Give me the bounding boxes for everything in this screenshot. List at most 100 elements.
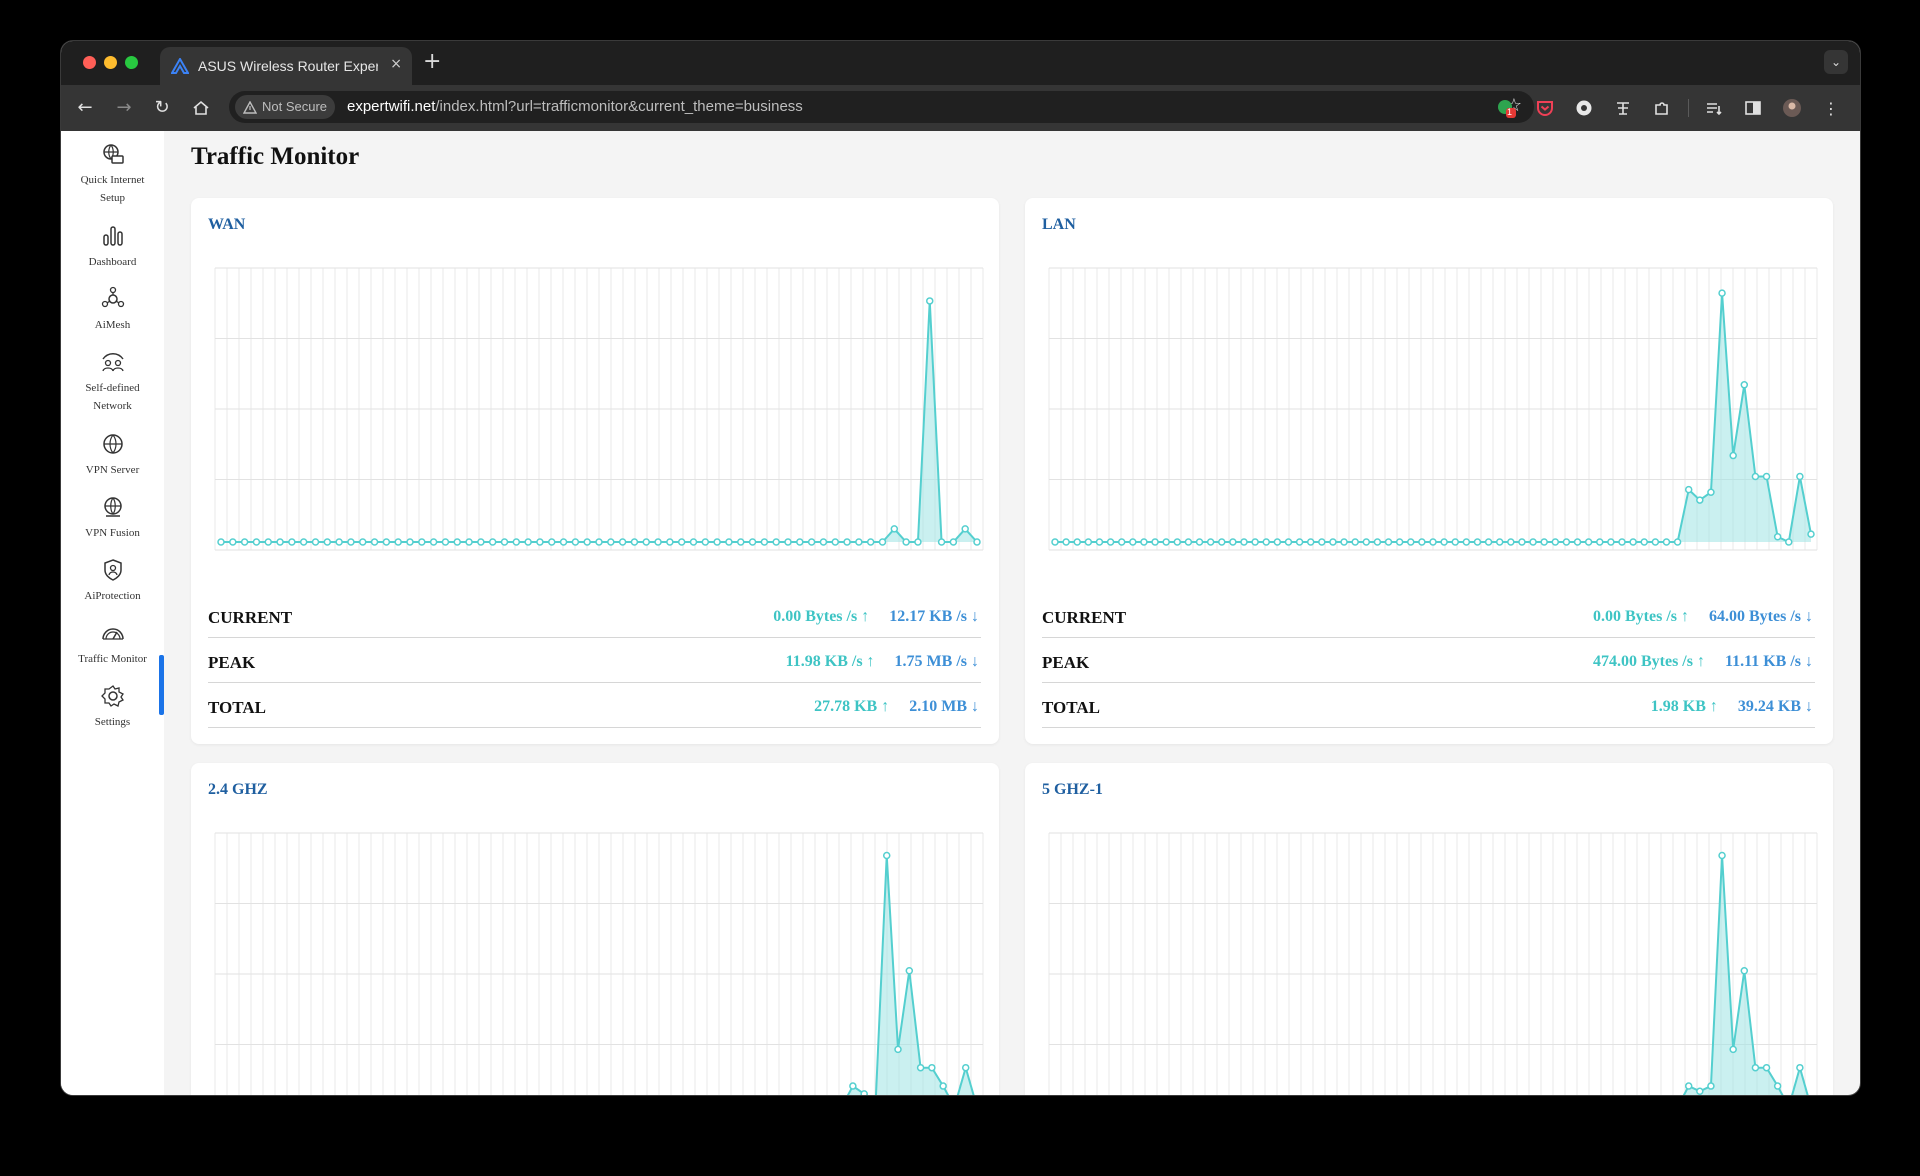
data-point [1329,538,1337,546]
sidebar-item-quick-internet-setup[interactable]: Quick Internet Setup [61,141,164,207]
not-secure-chip[interactable]: Not Secure [235,95,336,119]
extensions-puzzle-icon[interactable] [1651,97,1673,119]
browser-menu-icon[interactable]: ⋮ [1820,97,1842,119]
data-point [849,1082,857,1090]
data-point [1117,538,1126,546]
lan-card-title: LAN [1042,216,1076,233]
data-point [819,538,828,546]
profile-avatar[interactable] [1781,97,1803,119]
browser-window: ASUS Wireless Router Exper × + ⌄ ← → ↻ N… [61,41,1860,1095]
data-point [618,538,627,546]
translate-extension-icon[interactable] [1612,97,1634,119]
data-point [1395,538,1404,546]
zoom-window-button[interactable] [125,56,138,69]
tab-close-icon[interactable]: × [390,56,402,72]
asus-logo-icon [170,56,190,76]
data-point [878,538,887,546]
browser-tab[interactable]: ASUS Wireless Router Exper × [160,47,412,85]
data-point [299,538,308,546]
wan-peak-up: 11.98 KB /s [785,653,863,670]
address-bar[interactable]: Not Secure expertwifi.net/index.html?url… [229,91,1534,123]
up-arrow-icon: ↑ [1681,608,1689,625]
data-point [1562,538,1571,546]
warning-icon [243,100,257,114]
data-point [939,1082,947,1090]
ghz24-traffic-chart [214,832,984,1095]
globe-setup-icon [102,144,124,164]
url-text[interactable]: expertwifi.net/index.html?url=trafficmon… [347,98,803,115]
sidebar-label: Quick Internet [80,174,145,186]
data-point [1251,538,1259,546]
data-point [1773,1082,1782,1090]
new-tab-button[interactable]: + [423,49,441,74]
data-point [1796,472,1804,481]
pocket-icon[interactable] [1534,97,1556,119]
stat-label: PEAK [208,653,256,672]
up-arrow-icon: ↑ [866,653,875,670]
lan-peak-down: 11.11 KB /s [1724,653,1801,670]
data-point [276,538,284,546]
data-point [1262,538,1270,546]
minimize-window-button[interactable] [104,56,117,69]
lan-peak-up: 474.00 Bytes /s [1592,653,1693,670]
data-point [1173,538,1182,546]
data-point [1740,381,1749,389]
data-point [1106,538,1115,546]
down-arrow-icon: ↓ [971,608,979,625]
sidebar-label: AiProtection [84,590,141,602]
data-point [890,525,899,533]
data-point [1084,538,1093,546]
data-point [1696,1087,1704,1095]
reload-icon[interactable]: ↻ [150,96,174,120]
data-point [831,538,839,546]
data-point [1095,538,1104,546]
sidebar-label: Self-defined [85,382,140,394]
data-point [1151,538,1159,546]
mesh-icon [101,286,124,308]
tab-search-chevron-icon[interactable]: ⌄ [1824,50,1848,74]
sidebar-label: Dashboard [88,256,137,268]
extension-green-icon[interactable]: 1 [1495,97,1517,119]
wan-current-down: 12.17 KB /s [889,608,967,625]
sidebar-item-aimesh[interactable]: AiMesh [61,286,164,334]
lan-stats: CURRENT 0.00 Bytes /s ↑ 64.00 Bytes /s ↓ … [1042,594,1815,729]
data-point [677,538,686,546]
sidebar-item-vpn-server[interactable]: VPN Server [61,431,164,479]
data-point [1718,851,1726,860]
sidebar-label: Settings [94,716,131,728]
data-point [1073,538,1081,546]
side-panel-icon[interactable] [1742,97,1764,119]
data-point [1184,538,1193,546]
close-window-button[interactable] [83,56,96,69]
password-manager-icon[interactable] [1573,97,1595,119]
data-point [370,538,379,546]
data-point [949,538,958,546]
data-point [1451,538,1459,546]
sidebar-item-vpn-fusion[interactable]: VPN Fusion [61,494,164,542]
data-point [689,538,698,546]
stat-row-total: TOTAL 27.78 KB ↑ 2.10 MB ↓ [208,684,981,728]
stat-row-current: CURRENT 0.00 Bytes /s ↑ 64.00 Bytes /s ↓ [1042,594,1815,638]
reading-list-icon[interactable] [1703,97,1725,119]
home-icon[interactable] [189,96,213,120]
back-arrow-icon[interactable]: ← [73,96,97,120]
forward-arrow-icon[interactable]: → [112,96,136,120]
data-point [1707,1082,1715,1090]
data-point [1584,538,1593,546]
bar-chart-icon [102,226,123,246]
ghz5-traffic-chart [1048,832,1818,1095]
ghz5-card: 5 GHZ-1 [1025,763,1833,1095]
sidebar-item-settings[interactable]: Settings [61,683,164,731]
down-arrow-icon: ↓ [1805,653,1813,670]
data-point [217,538,225,546]
page-title: Traffic Monitor [191,143,360,170]
data-point [264,538,272,546]
sidebar-item-aiprotection[interactable]: AiProtection [61,557,164,605]
sidebar-item-self-defined-network[interactable]: Self-defined Network [61,349,164,415]
sidebar-item-dashboard[interactable]: Dashboard [61,223,164,271]
toolbar-divider [1688,99,1689,117]
sidebar-item-traffic-monitor[interactable]: Traffic Monitor [61,620,164,668]
data-point [1462,538,1471,546]
lan-total-down: 39.24 KB [1737,698,1801,715]
data-point [1684,485,1693,494]
